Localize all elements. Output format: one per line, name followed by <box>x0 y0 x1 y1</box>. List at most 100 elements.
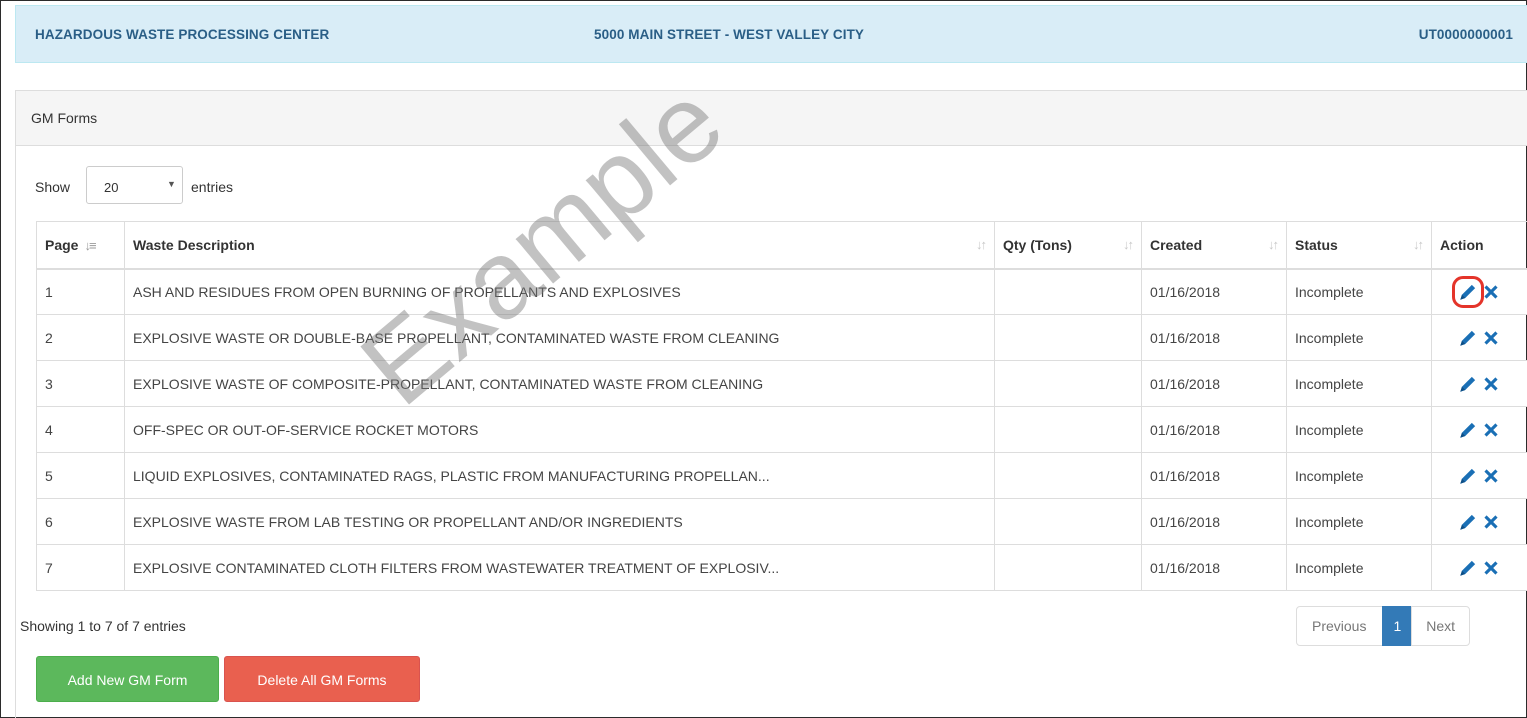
pencil-icon[interactable] <box>1457 327 1479 349</box>
edit-highlight <box>1457 557 1479 579</box>
edit-highlight <box>1452 275 1484 308</box>
cell-qty <box>994 498 1142 545</box>
facility-name: HAZARDOUS WASTE PROCESSING CENTER <box>35 27 330 42</box>
times-icon[interactable] <box>1480 327 1502 349</box>
column-header-waste-description[interactable]: Waste Description ↓↑ <box>124 221 995 270</box>
column-header-page[interactable]: Page ↓≡ <box>36 221 125 270</box>
table-info: Showing 1 to 7 of 7 entries <box>20 618 186 634</box>
column-header-action: Action <box>1431 221 1527 270</box>
cell-created: 01/16/2018 <box>1141 498 1287 545</box>
column-header-label: Page <box>45 236 79 253</box>
cell-page: 3 <box>36 360 125 407</box>
table-row: 1 ASH AND RESIDUES FROM OPEN BURNING OF P… <box>36 268 1527 315</box>
column-header-label: Waste Description <box>133 236 255 253</box>
times-icon[interactable] <box>1480 373 1502 395</box>
edit-highlight <box>1457 465 1479 487</box>
cell-page: 2 <box>36 314 125 361</box>
cell-created: 01/16/2018 <box>1141 360 1287 407</box>
sort-icon: ↓↑ <box>1413 237 1424 252</box>
show-label: Show <box>35 179 71 195</box>
chevron-down-icon: ▼ <box>167 179 176 189</box>
entries-per-page-value: 20 <box>104 180 119 195</box>
cell-status: Incomplete <box>1286 544 1432 591</box>
column-header-label: Action <box>1440 236 1484 253</box>
cell-qty <box>994 544 1142 591</box>
cell-status: Incomplete <box>1286 314 1432 361</box>
sort-asc-icon: ↓≡ <box>84 237 96 253</box>
cell-page: 7 <box>36 544 125 591</box>
cell-waste-description: EXPLOSIVE WASTE OF COMPOSITE-PROPELLANT,… <box>124 360 995 407</box>
cell-page: 4 <box>36 406 125 453</box>
table-row: 3 EXPLOSIVE WASTE OF COMPOSITE-PROPELLANT… <box>36 360 1527 407</box>
cell-status: Incomplete <box>1286 498 1432 545</box>
entries-per-page-select[interactable]: 20 ▼ <box>86 166 183 204</box>
cell-page: 1 <box>36 268 125 315</box>
cell-action <box>1431 314 1527 361</box>
column-header-qty[interactable]: Qty (Tons) ↓↑ <box>994 221 1142 270</box>
cell-waste-description: LIQUID EXPLOSIVES, CONTAMINATED RAGS, PL… <box>124 452 995 499</box>
facility-epa-id: UT0000000001 <box>1418 27 1513 42</box>
pagination: Previous 1 Next <box>1296 606 1471 646</box>
gm-forms-table: Page ↓≡ Waste Description ↓↑ Qty (Tons) ↓↑ … <box>36 221 1527 591</box>
cell-status: Incomplete <box>1286 406 1432 453</box>
add-gm-form-button[interactable]: Add New GM Form <box>36 656 219 702</box>
column-header-label: Status <box>1295 236 1338 253</box>
facility-address: 5000 MAIN STREET - WEST VALLEY CITY <box>594 27 865 42</box>
sort-icon: ↓↑ <box>1268 237 1279 252</box>
cell-created: 01/16/2018 <box>1141 314 1287 361</box>
cell-created: 01/16/2018 <box>1141 268 1287 315</box>
column-header-label: Created <box>1150 236 1203 253</box>
times-icon[interactable] <box>1480 557 1502 579</box>
pencil-icon[interactable] <box>1457 419 1479 441</box>
cell-created: 01/16/2018 <box>1141 452 1287 499</box>
table-row: 2 EXPLOSIVE WASTE OR DOUBLE-BASE PROPELLA… <box>36 314 1527 361</box>
delete-all-gm-forms-button[interactable]: Delete All GM Forms <box>224 656 420 702</box>
cell-created: 01/16/2018 <box>1141 406 1287 453</box>
edit-highlight <box>1457 327 1479 349</box>
cell-status: Incomplete <box>1286 268 1432 315</box>
column-header-label: Qty (Tons) <box>1003 236 1072 253</box>
table-header-row: Page ↓≡ Waste Description ↓↑ Qty (Tons) ↓↑ … <box>36 221 1527 270</box>
pagination-previous[interactable]: Previous <box>1296 606 1384 646</box>
column-header-created[interactable]: Created ↓↑ <box>1141 221 1287 270</box>
table-body: 1 ASH AND RESIDUES FROM OPEN BURNING OF P… <box>36 268 1527 591</box>
column-header-status[interactable]: Status ↓↑ <box>1286 221 1432 270</box>
edit-highlight <box>1457 373 1479 395</box>
cell-action <box>1431 360 1527 407</box>
facility-header: HAZARDOUS WASTE PROCESSING CENTER 5000 M… <box>15 5 1527 63</box>
cell-page: 5 <box>36 452 125 499</box>
times-icon[interactable] <box>1480 465 1502 487</box>
pencil-icon[interactable] <box>1457 281 1479 303</box>
times-icon[interactable] <box>1480 511 1502 533</box>
pencil-icon[interactable] <box>1457 557 1479 579</box>
cell-qty <box>994 452 1142 499</box>
cell-qty <box>994 360 1142 407</box>
cell-waste-description: EXPLOSIVE CONTAMINATED CLOTH FILTERS FRO… <box>124 544 995 591</box>
times-icon[interactable] <box>1480 281 1502 303</box>
cell-action <box>1431 268 1527 315</box>
table-row: 7 EXPLOSIVE CONTAMINATED CLOTH FILTERS FR… <box>36 544 1527 591</box>
cell-qty <box>994 268 1142 315</box>
pencil-icon[interactable] <box>1457 511 1479 533</box>
pagination-page-1[interactable]: 1 <box>1382 606 1413 646</box>
cell-waste-description: ASH AND RESIDUES FROM OPEN BURNING OF PR… <box>124 268 995 315</box>
cell-page: 6 <box>36 498 125 545</box>
cell-waste-description: EXPLOSIVE WASTE FROM LAB TESTING OR PROP… <box>124 498 995 545</box>
cell-action <box>1431 452 1527 499</box>
table-row: 6 EXPLOSIVE WASTE FROM LAB TESTING OR PRO… <box>36 498 1527 545</box>
edit-highlight <box>1457 419 1479 441</box>
pencil-icon[interactable] <box>1457 373 1479 395</box>
times-icon[interactable] <box>1480 419 1502 441</box>
edit-highlight <box>1457 511 1479 533</box>
cell-action <box>1431 544 1527 591</box>
table-row: 4 OFF-SPEC OR OUT-OF-SERVICE ROCKET MOTOR… <box>36 406 1527 453</box>
pagination-next[interactable]: Next <box>1411 606 1471 646</box>
panel-title: GM Forms <box>16 91 1527 146</box>
cell-created: 01/16/2018 <box>1141 544 1287 591</box>
table-row: 5 LIQUID EXPLOSIVES, CONTAMINATED RAGS, P… <box>36 452 1527 499</box>
cell-action <box>1431 406 1527 453</box>
sort-icon: ↓↑ <box>976 237 987 252</box>
cell-waste-description: EXPLOSIVE WASTE OR DOUBLE-BASE PROPELLAN… <box>124 314 995 361</box>
pencil-icon[interactable] <box>1457 465 1479 487</box>
cell-status: Incomplete <box>1286 452 1432 499</box>
